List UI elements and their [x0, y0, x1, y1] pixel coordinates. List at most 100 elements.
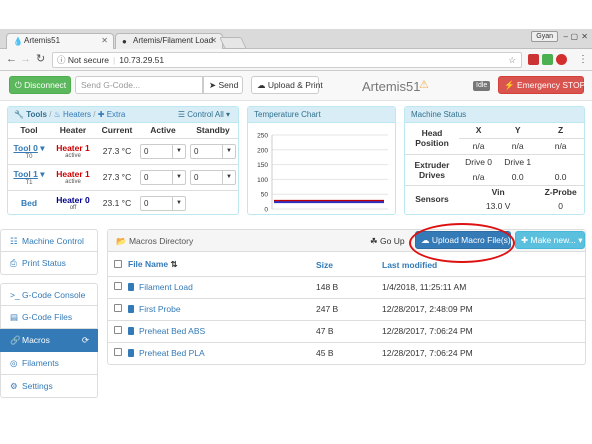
row-checkbox[interactable] — [114, 326, 122, 334]
go-up-button[interactable]: ☘ Go Up — [370, 236, 405, 247]
macro-modified: 1/4/2018, 11:25:11 AM — [382, 275, 585, 298]
table-row[interactable]: First Probe 247 B 12/28/2017, 2:48:09 PM — [108, 297, 585, 320]
status-badge: Idle — [473, 81, 491, 91]
sidebar-item-machine-control[interactable]: ☷ Machine Control — [0, 229, 98, 252]
browser-tab-artemis51[interactable]: 💧Artemis51 ✕ — [6, 33, 114, 49]
tool-link[interactable]: Tool 1 ▾ — [13, 169, 44, 179]
tab-title: Artemis/Filament Load — [133, 36, 214, 45]
refresh-icon[interactable]: ⟳ — [82, 329, 89, 351]
make-new-label: Make new... — [530, 235, 576, 245]
tool-link[interactable]: Tool 0 ▾ — [13, 143, 44, 153]
send-button[interactable]: ➤ Send — [203, 76, 243, 94]
table-row[interactable]: Preheat Bed PLA 45 B 12/28/2017, 7:06:24… — [108, 341, 585, 364]
current-temp: 27.3 °C — [96, 163, 138, 190]
macro-name[interactable]: Filament Load — [139, 282, 193, 292]
sidebar-item-gcode-files[interactable]: ▤ G-Code Files — [0, 306, 98, 329]
table-row[interactable]: Preheat Bed ABS 47 B 12/28/2017, 7:06:24… — [108, 319, 585, 342]
col-header: Active — [150, 125, 176, 136]
heater-state: off — [69, 205, 77, 212]
macro-name[interactable]: First Probe — [139, 304, 181, 314]
table-row[interactable]: Filament Load 148 B 1/4/2018, 11:25:11 A… — [108, 275, 585, 298]
extension-icon[interactable] — [542, 54, 553, 65]
reload-icon[interactable]: ↻ — [36, 54, 45, 65]
tab-tools[interactable]: 🔧 Tools — [14, 110, 47, 119]
heater-name[interactable]: Heater 0 — [56, 195, 90, 205]
control-all-dropdown[interactable]: ☰ Control All ▾ — [178, 107, 230, 122]
sidebar-item-settings[interactable]: ⚙ Settings — [0, 375, 98, 398]
heater-name[interactable]: Heater 1 — [56, 143, 90, 153]
minimize-icon[interactable]: – — [564, 32, 568, 41]
close-icon[interactable]: ✕ — [101, 36, 108, 45]
heater-name[interactable]: Heater 1 — [56, 169, 90, 179]
gcode-input[interactable]: Send G-Code... — [75, 76, 203, 94]
menu-icon[interactable]: ⋮ — [578, 54, 588, 65]
list-icon: ☰ — [177, 110, 186, 119]
sort-icon: ⇅ — [170, 259, 178, 270]
disconnect-button[interactable]: ⏻ Disconnect — [9, 76, 71, 94]
link-icon: 🔗 — [10, 335, 21, 345]
active-temp-select[interactable]: 0 ▼ — [140, 169, 186, 185]
sidebar-item-gcode-console[interactable]: >_ G-Code Console — [0, 283, 98, 306]
sidebar-item-macros[interactable]: 🔗Macros ⟳ — [0, 329, 98, 352]
drive-label: Drive 1 — [498, 153, 538, 169]
active-temp-select[interactable]: 0 ▼ — [140, 143, 186, 159]
extension-icon[interactable] — [528, 54, 539, 65]
macros-panel: 📂 Macros Directory ☘ Go Up File Name ⇅ S… — [107, 229, 586, 365]
emergency-stop-button[interactable]: ⚡ Emergency STOP — [498, 76, 586, 94]
tool-name[interactable]: Bed — [21, 198, 37, 208]
tool-sub: T0 — [25, 153, 33, 160]
macro-modified: 12/28/2017, 7:06:24 PM — [382, 319, 585, 342]
paw-icon: ☘ — [370, 236, 378, 246]
new-tab-button[interactable] — [219, 37, 247, 49]
maximize-icon[interactable]: ▢ — [570, 32, 578, 41]
standby-temp-select[interactable]: 0 ▼ — [190, 143, 236, 159]
gear-icon: ⚙ — [10, 381, 18, 391]
star-icon[interactable]: ☆ — [508, 53, 516, 67]
sidebar-item-print-status[interactable]: ⎙ Print Status — [0, 252, 98, 275]
back-icon[interactable]: ← — [6, 54, 17, 65]
col-header: File Name — [128, 259, 169, 270]
select-all-checkbox[interactable] — [114, 259, 122, 268]
emergency-label: Emergency STOP — [516, 80, 586, 90]
row-checkbox[interactable] — [114, 282, 122, 290]
github-icon: ● — [122, 37, 127, 46]
sidebar-item-label: Filaments — [22, 358, 59, 368]
forward-icon[interactable]: → — [20, 54, 31, 65]
drive-value: 0.0 — [554, 171, 567, 182]
power-icon: ⏻ — [15, 80, 22, 90]
droplet-icon: 💧 — [13, 37, 23, 46]
sort-by-name[interactable]: File Name ⇅ — [128, 254, 316, 276]
make-new-dropdown[interactable]: ✚ Make new... ▾ — [515, 231, 585, 249]
caret-down-icon: ▾ — [578, 235, 583, 245]
standby-temp-value: 0 — [194, 172, 199, 182]
tab-heaters[interactable]: ♨ Heaters — [54, 110, 91, 119]
browser-tab-filament-load[interactable]: ● Artemis/Filament Load ✕ — [115, 33, 223, 49]
caret-down-icon: ▼ — [222, 170, 235, 184]
y-tick-label: 200 — [257, 147, 268, 154]
tab-extra[interactable]: ✚ Extra — [98, 110, 126, 119]
url-input[interactable]: ⓘ Not secure | 10.73.29.51 ☆ — [52, 52, 522, 68]
y-tick-label: 250 — [257, 133, 268, 140]
row-checkbox[interactable] — [114, 348, 122, 357]
macro-name[interactable]: Preheat Bed ABS — [139, 326, 205, 336]
close-icon[interactable]: ✕ — [210, 36, 217, 45]
col-header: Heater — [59, 125, 87, 136]
window-close-icon[interactable]: ✕ — [581, 32, 588, 41]
warning-icon: ⚠ — [419, 79, 429, 91]
upload-print-button[interactable]: ☁ Upload & Print — [251, 76, 323, 94]
macros-table: File Name ⇅ Size Last modified Filament … — [108, 254, 585, 364]
profile-badge[interactable]: Gyan — [531, 31, 558, 42]
terminal-icon: >_ — [10, 290, 20, 300]
machine-name: Artemis51 — [362, 79, 421, 94]
macro-name[interactable]: Preheat Bed PLA — [139, 348, 205, 358]
sort-by-size[interactable]: Size — [316, 254, 382, 276]
tool-sub: T1 — [25, 179, 33, 186]
tab-tools-label: Tools — [26, 110, 47, 119]
row-checkbox[interactable] — [114, 304, 122, 312]
head-position-label: Head Position — [415, 128, 449, 149]
sidebar-nav: ☷ Machine Control ⎙ Print Status >_ G-Code … — [0, 229, 98, 398]
standby-temp-select[interactable]: 0 ▼ — [190, 169, 236, 185]
active-temp-select[interactable]: 0 ▼ — [140, 195, 186, 211]
sidebar-item-filaments[interactable]: ◎ Filaments — [0, 352, 98, 375]
adblock-icon[interactable] — [556, 54, 567, 65]
